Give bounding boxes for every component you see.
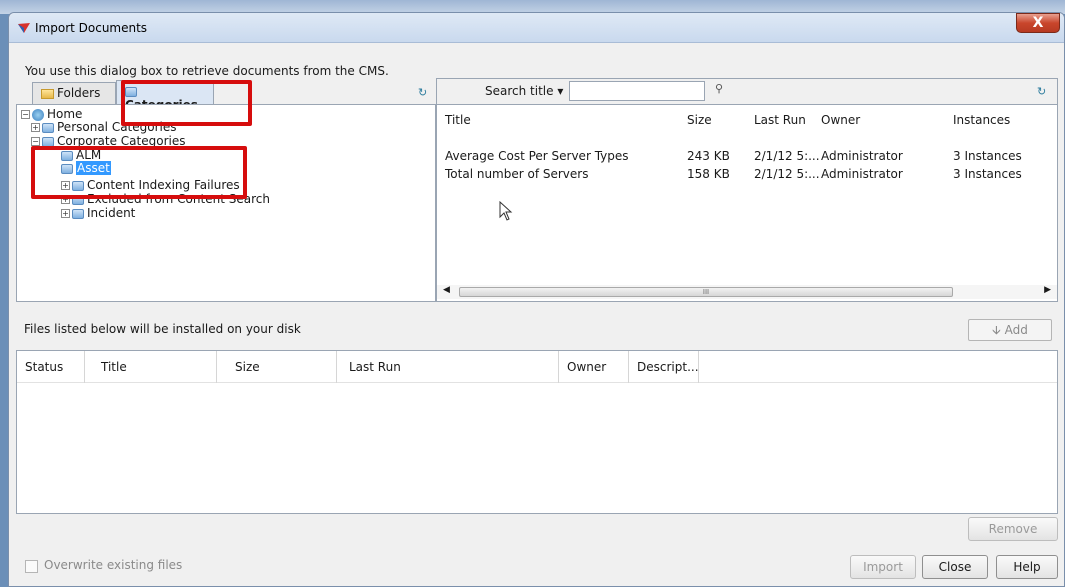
refresh-icon[interactable]: ↻: [418, 86, 427, 99]
column-header-size[interactable]: Size: [217, 351, 337, 383]
install-list[interactable]: Status Title Size Last Run Owner Descrip…: [16, 350, 1058, 514]
doc-size: 243 KB: [687, 149, 730, 163]
column-header-last-run[interactable]: Last Run: [337, 351, 559, 383]
title-bar: Import Documents X: [9, 13, 1064, 43]
mouse-cursor-icon: [499, 201, 513, 221]
close-button[interactable]: Close: [922, 555, 988, 579]
window-title: Import Documents: [35, 21, 148, 35]
horizontal-scrollbar[interactable]: ◀ III ▶: [437, 285, 1057, 299]
column-header-status[interactable]: Status: [17, 351, 85, 383]
intro-text: You use this dialog box to retrieve docu…: [25, 64, 389, 78]
import-button[interactable]: Import: [850, 555, 916, 579]
column-header-owner[interactable]: Owner: [821, 113, 860, 127]
add-button[interactable]: 🡫 Add: [968, 319, 1052, 341]
files-label: Files listed below will be installed on …: [24, 322, 301, 336]
column-header-description[interactable]: Descript...: [629, 351, 699, 383]
highlight-box-asset-category: [31, 146, 247, 199]
doc-last-run: 2/1/12 5:...: [754, 149, 820, 163]
column-header-instances[interactable]: Instances: [953, 113, 1010, 127]
install-list-header: Status Title Size Last Run Owner Descrip…: [17, 351, 1057, 383]
app-icon: [18, 23, 30, 33]
overwrite-label: Overwrite existing files: [44, 558, 183, 572]
column-header-title[interactable]: Title: [85, 351, 217, 383]
search-icon[interactable]: ⚲: [715, 82, 723, 95]
tab-folders[interactable]: Folders: [32, 82, 116, 104]
help-button[interactable]: Help: [996, 555, 1058, 579]
doc-owner: Administrator: [821, 149, 903, 163]
category-icon: [72, 208, 84, 219]
search-toolbar: Search title ▾ ⚲ ↻: [436, 78, 1058, 104]
refresh-icon[interactable]: ↻: [1037, 85, 1046, 98]
category-icon: [42, 136, 54, 147]
expand-icon[interactable]: +: [31, 123, 40, 132]
doc-title: Total number of Servers: [445, 167, 589, 181]
tab-folders-label: Folders: [57, 86, 101, 100]
scroll-right-icon[interactable]: ▶: [1044, 285, 1051, 295]
doc-instances: 3 Instances: [953, 149, 1022, 163]
tree-item-label: Home: [47, 107, 83, 121]
folder-icon: [41, 88, 54, 99]
collapse-icon[interactable]: −: [31, 137, 40, 146]
highlight-box-categories-tab: [121, 80, 252, 126]
close-window-button[interactable]: X: [1016, 13, 1060, 33]
scrollbar-thumb[interactable]: III: [459, 287, 953, 297]
search-input[interactable]: [569, 81, 705, 101]
tree-item-label: Incident: [87, 206, 136, 220]
column-header-title[interactable]: Title: [445, 113, 471, 127]
expand-icon[interactable]: +: [61, 209, 70, 218]
doc-size: 158 KB: [687, 167, 730, 181]
remove-button[interactable]: Remove: [968, 517, 1058, 541]
home-icon: [32, 108, 44, 121]
overwrite-checkbox[interactable]: [25, 560, 38, 573]
column-header-size[interactable]: Size: [687, 113, 712, 127]
collapse-icon[interactable]: −: [21, 110, 30, 119]
doc-title: Average Cost Per Server Types: [445, 149, 629, 163]
column-header-last-run[interactable]: Last Run: [754, 113, 806, 127]
scroll-left-icon[interactable]: ◀: [443, 285, 450, 295]
tree-item-incident[interactable]: + Incident: [61, 207, 135, 220]
category-tree[interactable]: − Home + Personal Categories − Corporate Ca…: [16, 104, 436, 302]
column-header-owner[interactable]: Owner: [559, 351, 629, 383]
category-icon: [42, 122, 54, 133]
search-field-dropdown[interactable]: Search title ▾: [485, 84, 563, 98]
doc-instances: 3 Instances: [953, 167, 1022, 181]
doc-owner: Administrator: [821, 167, 903, 181]
document-list[interactable]: Title Size Last Run Owner Instances Aver…: [436, 104, 1058, 302]
doc-last-run: 2/1/12 5:...: [754, 167, 820, 181]
